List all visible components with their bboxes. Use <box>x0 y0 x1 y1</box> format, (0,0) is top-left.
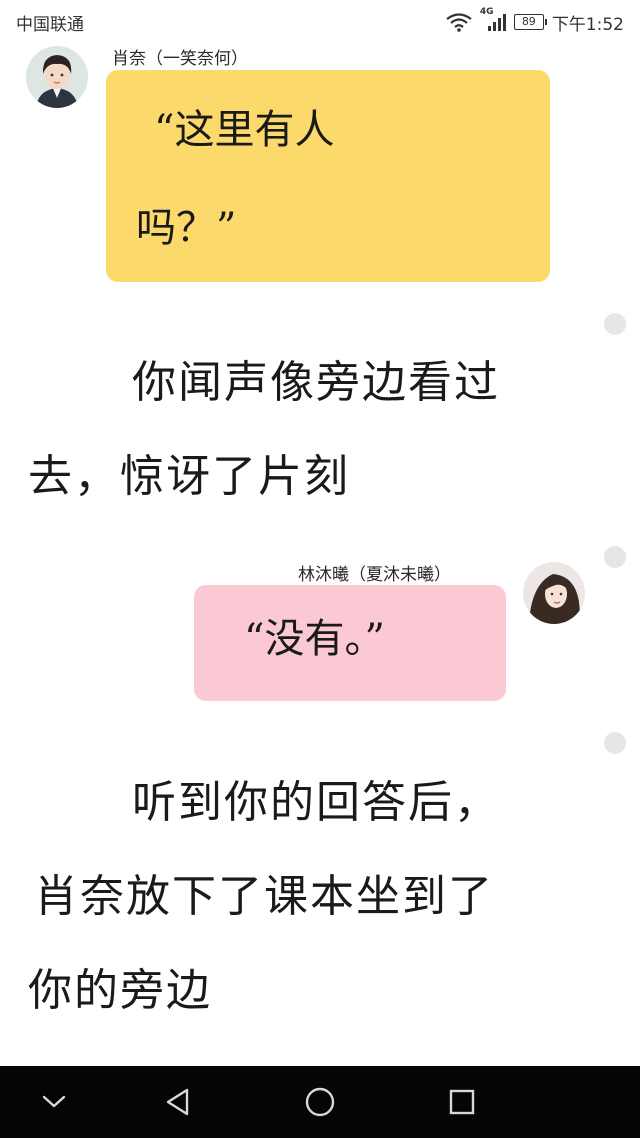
avatar-sender-2[interactable] <box>523 562 585 624</box>
comment-dot[interactable] <box>604 732 626 754</box>
sender-name: 肖奈（一笑奈何） <box>112 49 248 69</box>
wifi-icon <box>446 13 472 32</box>
narration-line: 你闻声像旁边看过 <box>132 357 500 408</box>
message-bubble: “没有。” <box>194 585 506 701</box>
narration-line: 去，惊讶了片刻 <box>28 451 350 502</box>
message-text-line: “这里有人 <box>154 107 335 153</box>
message-text-line: “没有。” <box>244 616 385 662</box>
carrier-name: 中国联通 <box>16 15 84 35</box>
message-text-line: 吗？” <box>136 205 237 251</box>
cellular-signal-icon: 4G <box>480 7 506 33</box>
recents-icon[interactable] <box>440 1080 484 1124</box>
status-bar: 中国联通 4G 89 下午1:52 <box>0 0 640 44</box>
chevron-down-icon[interactable] <box>32 1080 76 1124</box>
navigation-bar <box>0 1066 640 1138</box>
comment-dot[interactable] <box>604 313 626 335</box>
battery-icon: 89 <box>513 14 547 30</box>
sender-name: 林沐曦（夏沐未曦） <box>298 565 451 585</box>
home-icon[interactable] <box>298 1080 342 1124</box>
narration-line: 听到你的回答后， <box>132 777 500 828</box>
battery-level: 89 <box>521 15 536 28</box>
narration-line: 你的旁边 <box>28 965 212 1016</box>
comment-dot[interactable] <box>604 546 626 568</box>
back-icon[interactable] <box>155 1080 199 1124</box>
clock: 下午1:52 <box>551 14 624 35</box>
narration-line: 肖奈放下了课本坐到了 <box>34 871 494 922</box>
avatar-sender-1[interactable] <box>26 46 88 108</box>
status-icons: 4G 89 下午1:52 <box>446 7 624 35</box>
message-bubble: “这里有人 吗？” <box>106 70 550 282</box>
